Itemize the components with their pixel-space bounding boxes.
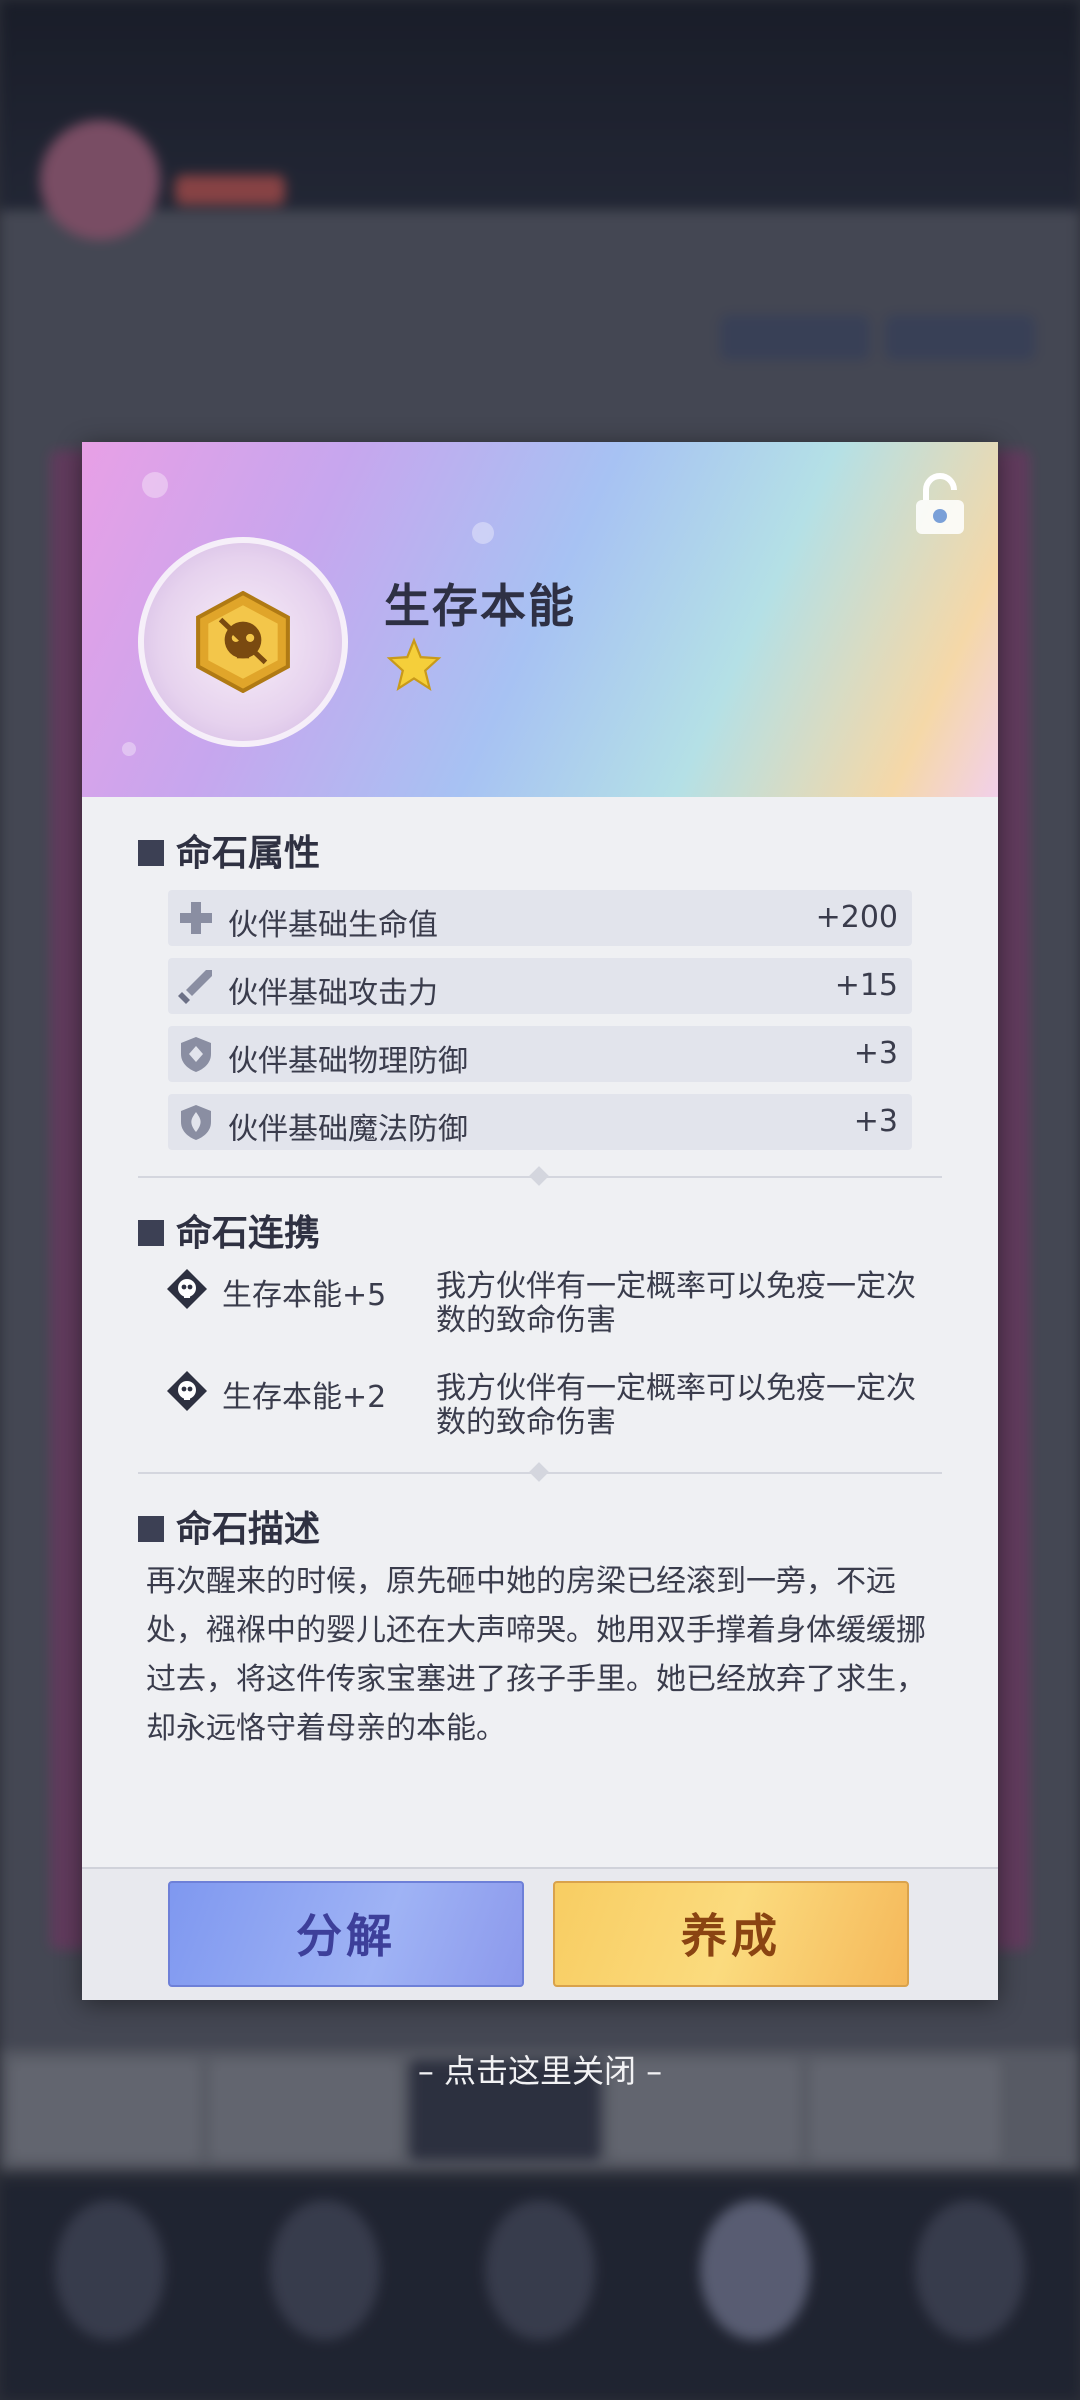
skull-diamond-icon (167, 1371, 207, 1411)
attribute-name: 伙伴基础生命值 (228, 908, 438, 943)
unlock-icon[interactable] (912, 472, 968, 536)
attribute-value: +15 (834, 968, 898, 1003)
section-marker (138, 1516, 164, 1542)
attribute-row: 伙伴基础物理防御 +3 (168, 1026, 912, 1082)
star-icon (386, 637, 442, 691)
attribute-value: +3 (853, 1104, 898, 1139)
decor-sparkle (122, 742, 136, 756)
links-title-text: 命石连携 (176, 1212, 321, 1254)
attribute-row: 伙伴基础魔法防御 +3 (168, 1094, 912, 1150)
link-name: 生存本能+5 (222, 1278, 387, 1313)
attributes-title-text: 命石属性 (176, 832, 321, 874)
sword-icon (178, 970, 212, 1004)
magic-shield-icon (181, 1105, 211, 1140)
links-section-title: 命石连携 (138, 1204, 320, 1256)
dialog-header: 生存本能 (82, 442, 998, 797)
attribute-name: 伙伴基础物理防御 (228, 1044, 468, 1079)
develop-button[interactable]: 养成 (553, 1881, 909, 1987)
description-section-title: 命石描述 (138, 1500, 320, 1552)
section-divider (138, 1462, 942, 1482)
section-divider (138, 1166, 942, 1186)
stone-emblem (138, 537, 348, 747)
attribute-value: +3 (853, 1036, 898, 1071)
section-marker (138, 840, 164, 866)
tap-to-close-hint[interactable]: – 点击这里关闭 – (0, 2046, 1080, 2092)
attribute-name: 伙伴基础魔法防御 (228, 1112, 468, 1147)
decor-sparkle (142, 472, 168, 498)
attribute-value: +200 (815, 900, 898, 935)
skull-diamond-icon (167, 1269, 207, 1309)
decor-sparkle (472, 522, 494, 544)
stone-name: 生存本能 (384, 579, 576, 633)
skull-hexagon-icon (196, 591, 290, 693)
health-cross-icon (180, 902, 212, 934)
description-title-text: 命石描述 (176, 1508, 321, 1550)
disassemble-button[interactable]: 分解 (168, 1881, 524, 1987)
dialog-footer: 分解 养成 (82, 1867, 998, 2000)
fate-stone-detail-dialog: 生存本能 命石属性 伙伴基础生命值 +200 伙伴基础攻击力 +15 伙伴基础物… (82, 442, 998, 2000)
section-marker (138, 1220, 164, 1246)
link-description: 我方伙伴有一定概率可以免疫一定次数的致命伤害 (436, 1269, 916, 1338)
stone-lore-text: 再次醒来的时候，原先砸中她的房梁已经滚到一旁，不远处，襁褓中的婴儿还在大声啼哭。… (146, 1564, 926, 1746)
shield-icon (181, 1037, 211, 1072)
link-row: 生存本能+5 我方伙伴有一定概率可以免疫一定次数的致命伤害 (166, 1268, 946, 1338)
link-name: 生存本能+2 (222, 1380, 387, 1415)
link-row: 生存本能+2 我方伙伴有一定概率可以免疫一定次数的致命伤害 (166, 1370, 946, 1440)
link-description: 我方伙伴有一定概率可以免疫一定次数的致命伤害 (436, 1371, 916, 1440)
attribute-row: 伙伴基础攻击力 +15 (168, 958, 912, 1014)
attributes-section-title: 命石属性 (138, 824, 320, 876)
attribute-name: 伙伴基础攻击力 (228, 976, 438, 1011)
attribute-row: 伙伴基础生命值 +200 (168, 890, 912, 946)
